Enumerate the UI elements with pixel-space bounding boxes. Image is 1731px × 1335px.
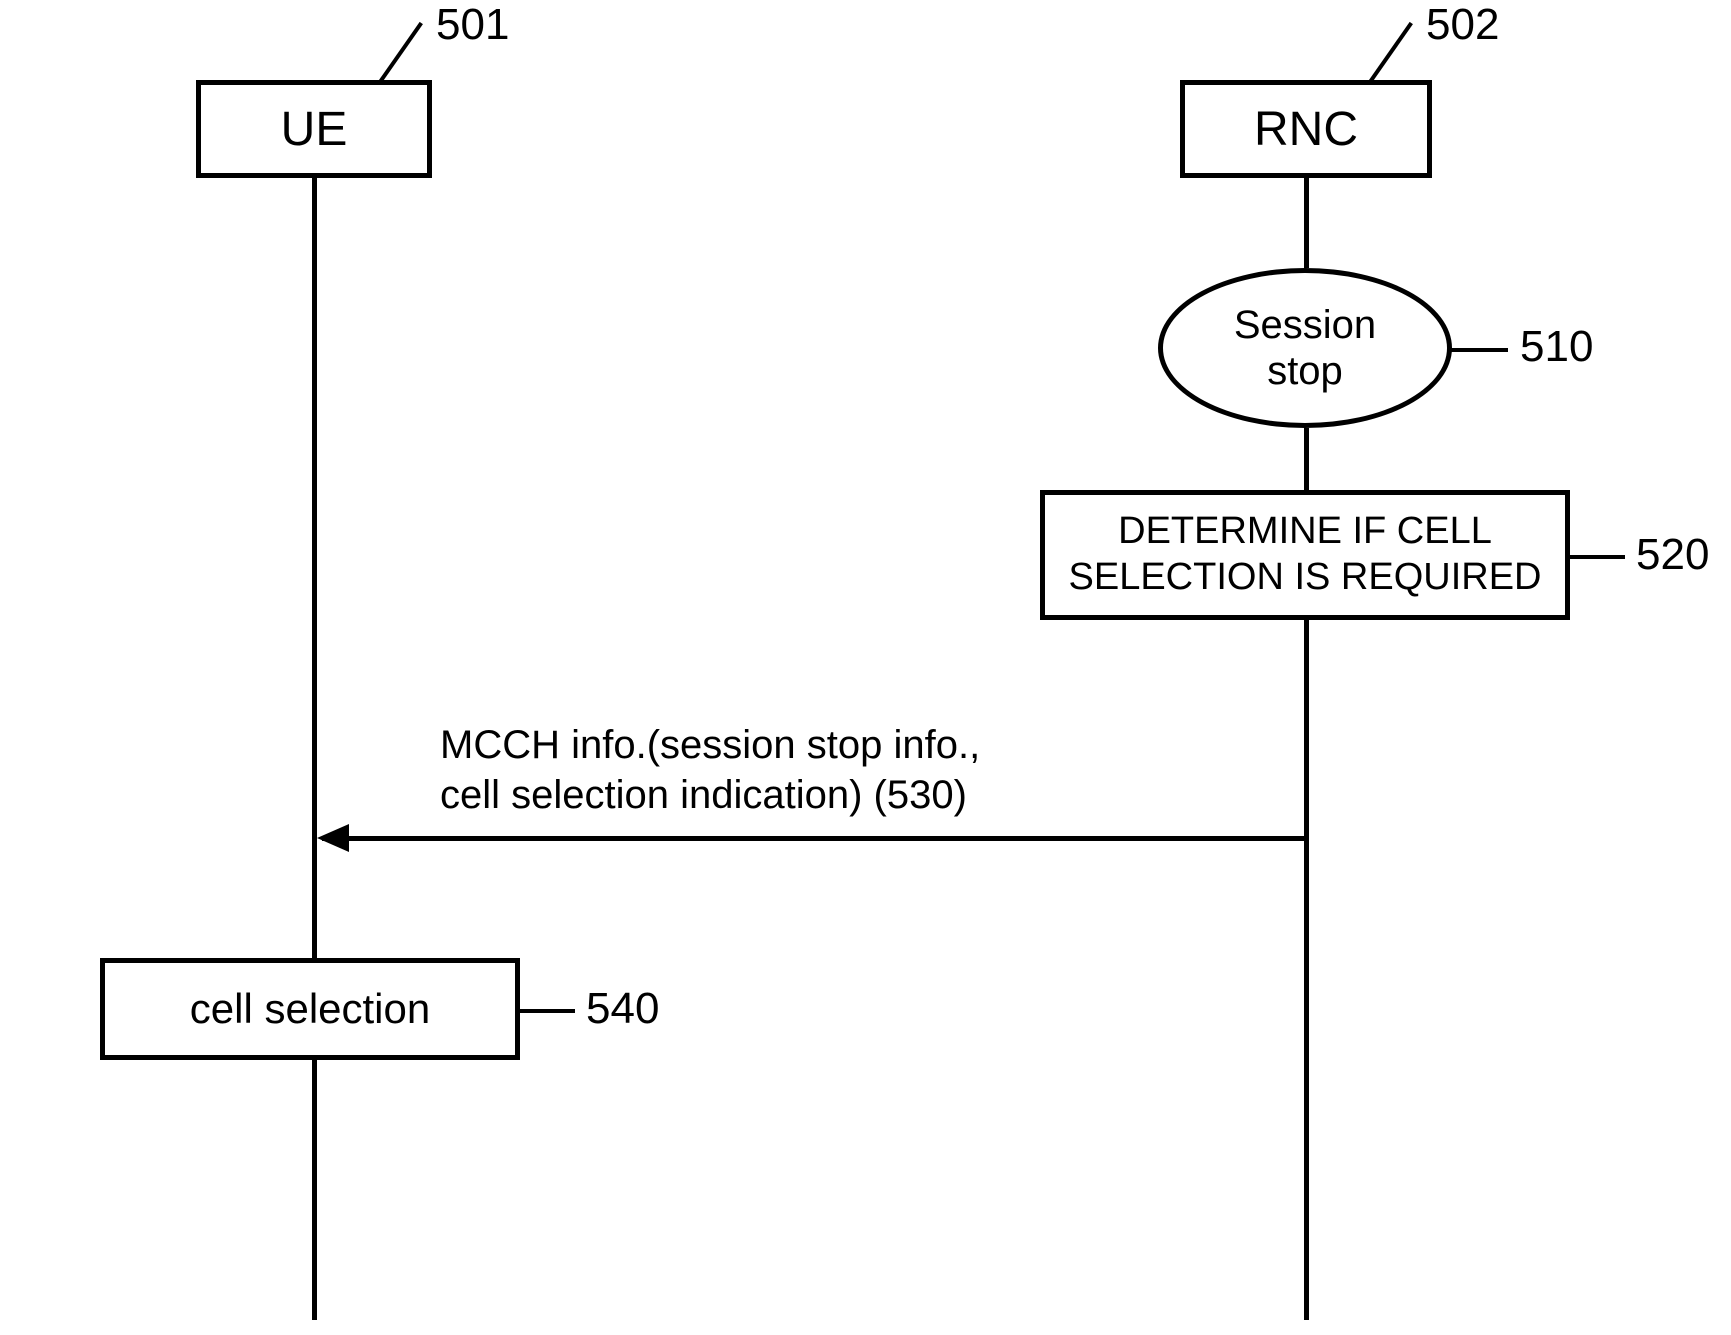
ref-502: 502 bbox=[1426, 0, 1499, 50]
mcch-arrow-line bbox=[322, 836, 1307, 841]
cell-selection-box: cell selection bbox=[100, 958, 520, 1060]
ref-520: 520 bbox=[1636, 530, 1709, 580]
ref-510: 510 bbox=[1520, 322, 1593, 372]
determine-label: DETERMINE IF CELL SELECTION IS REQUIRED bbox=[1069, 509, 1542, 600]
ref-540: 540 bbox=[586, 984, 659, 1034]
ref-leader-540 bbox=[520, 1009, 575, 1013]
rnc-lifeline-2 bbox=[1304, 428, 1309, 490]
ref-501: 501 bbox=[436, 0, 509, 50]
ue-lifeline-2 bbox=[312, 1060, 317, 1320]
determine-box: DETERMINE IF CELL SELECTION IS REQUIRED bbox=[1040, 490, 1570, 620]
mcch-label: MCCH info.(session stop info., cell sele… bbox=[440, 720, 980, 820]
actor-rnc-label: RNC bbox=[1254, 102, 1358, 157]
ref-leader-501 bbox=[378, 22, 423, 83]
cell-selection-label: cell selection bbox=[190, 985, 430, 1033]
actor-ue-label: UE bbox=[281, 102, 348, 157]
mcch-arrow-head bbox=[317, 824, 349, 852]
actor-ue-box: UE bbox=[196, 80, 432, 178]
ref-leader-520 bbox=[1570, 555, 1625, 559]
rnc-lifeline-3 bbox=[1304, 620, 1309, 1320]
actor-rnc-box: RNC bbox=[1180, 80, 1432, 178]
ref-leader-502 bbox=[1368, 22, 1413, 83]
session-stop-ellipse: Session stop bbox=[1158, 268, 1452, 428]
session-stop-label: Session stop bbox=[1234, 302, 1376, 394]
ref-leader-510 bbox=[1448, 348, 1508, 352]
rnc-lifeline-1 bbox=[1304, 178, 1309, 268]
